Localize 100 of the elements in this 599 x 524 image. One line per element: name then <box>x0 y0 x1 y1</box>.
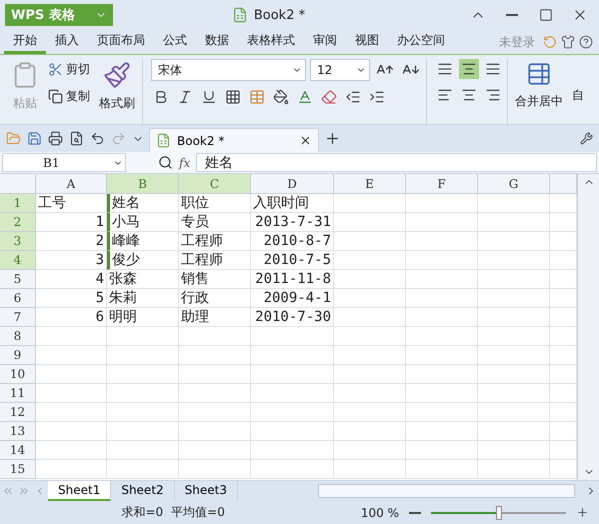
copy-button[interactable]: 复制 <box>46 86 92 107</box>
horizontal-scrollbar[interactable] <box>318 484 575 498</box>
table-icon <box>249 89 265 105</box>
empty-cell <box>334 346 406 365</box>
empty-cell <box>334 384 406 403</box>
empty-cell <box>334 403 406 422</box>
row-header[interactable]: 7 <box>0 308 36 327</box>
format-painter-button[interactable]: 格式刷 <box>96 59 138 124</box>
undo-icon <box>90 131 105 146</box>
menu-tab[interactable]: 审阅 <box>304 30 346 54</box>
row-header[interactable]: 9 <box>0 346 36 365</box>
table-cell-text: 朱莉 <box>108 289 138 307</box>
column-header[interactable]: D <box>251 174 334 194</box>
table-cell-text: 5 <box>94 289 105 307</box>
font-select[interactable]: 宋体 <box>151 59 306 81</box>
table-cell-text: 助理 <box>180 308 210 326</box>
row-header[interactable]: 12 <box>0 403 36 422</box>
empty-cell <box>406 403 478 422</box>
empty-cell <box>406 194 478 213</box>
table-cell-text: 工程师 <box>180 232 224 250</box>
empty-cell <box>334 365 406 384</box>
row-header[interactable]: 1 <box>0 194 36 213</box>
empty-cell <box>406 384 478 403</box>
tab-options-button[interactable] <box>578 130 595 147</box>
search-icon <box>158 155 173 170</box>
row-header[interactable]: 10 <box>0 365 36 384</box>
close-icon <box>299 134 312 147</box>
column-header[interactable]: G <box>478 174 550 194</box>
row-header[interactable]: 11 <box>0 384 36 403</box>
spreadsheet-icon <box>232 7 248 23</box>
cut-button[interactable]: 剪切 <box>46 59 92 80</box>
name-box[interactable]: B1 <box>2 153 126 172</box>
table-cell-text: 2010-7-30 <box>254 308 332 326</box>
row-header[interactable]: 5 <box>0 270 36 289</box>
table-cell-text: 姓名 <box>111 194 141 212</box>
document-tab[interactable]: Book2 * <box>149 128 319 152</box>
row-header[interactable]: 8 <box>0 327 36 346</box>
table-cell-text: 俊少 <box>111 251 141 269</box>
table-cell-text: 行政 <box>180 289 210 307</box>
column-header[interactable]: C <box>179 174 251 194</box>
row-header[interactable]: 14 <box>0 441 36 460</box>
print-button[interactable] <box>46 129 65 148</box>
empty-cell <box>478 251 550 270</box>
empty-cell <box>406 232 478 251</box>
align-top-icon <box>437 61 453 77</box>
zoom-slider-thumb[interactable] <box>496 506 502 520</box>
menu-tab[interactable]: 公式 <box>154 30 196 54</box>
fill-color-button[interactable] <box>271 87 291 107</box>
formula-field[interactable]: 姓名 <box>196 153 597 172</box>
redo-icon <box>111 131 126 146</box>
scissors-icon <box>48 62 63 77</box>
row-header[interactable]: 4 <box>0 251 36 270</box>
table-cell-text: 6 <box>94 308 105 326</box>
table-cell-text: 入职时间 <box>252 194 310 212</box>
empty-cell <box>406 422 478 441</box>
plus-icon <box>576 506 589 519</box>
menu-tab[interactable]: 办公空间 <box>388 30 454 54</box>
align-middle-button[interactable] <box>459 59 479 79</box>
empty-cell <box>179 384 251 403</box>
table-cell-text: 明明 <box>108 308 138 326</box>
row-header[interactable]: 2 <box>0 213 36 232</box>
empty-cell <box>478 365 550 384</box>
table-cell-text: 小马 <box>111 213 141 231</box>
column-header[interactable]: E <box>334 174 406 194</box>
column-header[interactable]: B <box>107 174 179 194</box>
zoom-readout: 100 % <box>360 506 399 520</box>
indent-increase-icon <box>369 89 385 105</box>
row-header[interactable]: 3 <box>0 232 36 251</box>
table-cell-text: 3 <box>94 251 105 269</box>
empty-cell <box>334 327 406 346</box>
menu-tab[interactable]: 插入 <box>46 30 88 54</box>
row-header[interactable]: 15 <box>0 460 36 479</box>
sheet-tab[interactable]: Sheet1 <box>48 481 112 501</box>
empty-cell <box>107 441 179 460</box>
empty-cell <box>478 327 550 346</box>
column-header[interactable]: F <box>406 174 478 194</box>
function-label[interactable]: fx <box>179 156 190 170</box>
merge-center-button[interactable]: 合并居中 <box>512 59 566 124</box>
paint-bucket-icon <box>273 89 289 105</box>
table-cell-text: 2010-7-5 <box>262 251 332 269</box>
table-cell-text: 张森 <box>108 270 138 288</box>
row-header[interactable]: 13 <box>0 422 36 441</box>
empty-cell <box>406 289 478 308</box>
row-header[interactable]: 6 <box>0 289 36 308</box>
plus-icon <box>324 130 341 147</box>
empty-cell <box>179 441 251 460</box>
menu-tab[interactable]: 视图 <box>346 30 388 54</box>
empty-cell <box>478 213 550 232</box>
table-cell-text: 1 <box>94 213 105 231</box>
font-size-select[interactable]: 12 <box>310 59 370 81</box>
menu-tab[interactable]: 页面布局 <box>88 30 154 54</box>
empty-cell <box>334 441 406 460</box>
empty-cell <box>478 346 550 365</box>
menu-tab[interactable]: 数据 <box>196 30 238 54</box>
wrap-button[interactable]: 自 <box>570 85 586 106</box>
empty-cell <box>478 270 550 289</box>
table-cell-text: 2010-8-7 <box>262 232 332 250</box>
column-header[interactable]: A <box>36 174 107 194</box>
menu-tab[interactable]: 表格样式 <box>238 30 304 54</box>
empty-cell <box>179 365 251 384</box>
